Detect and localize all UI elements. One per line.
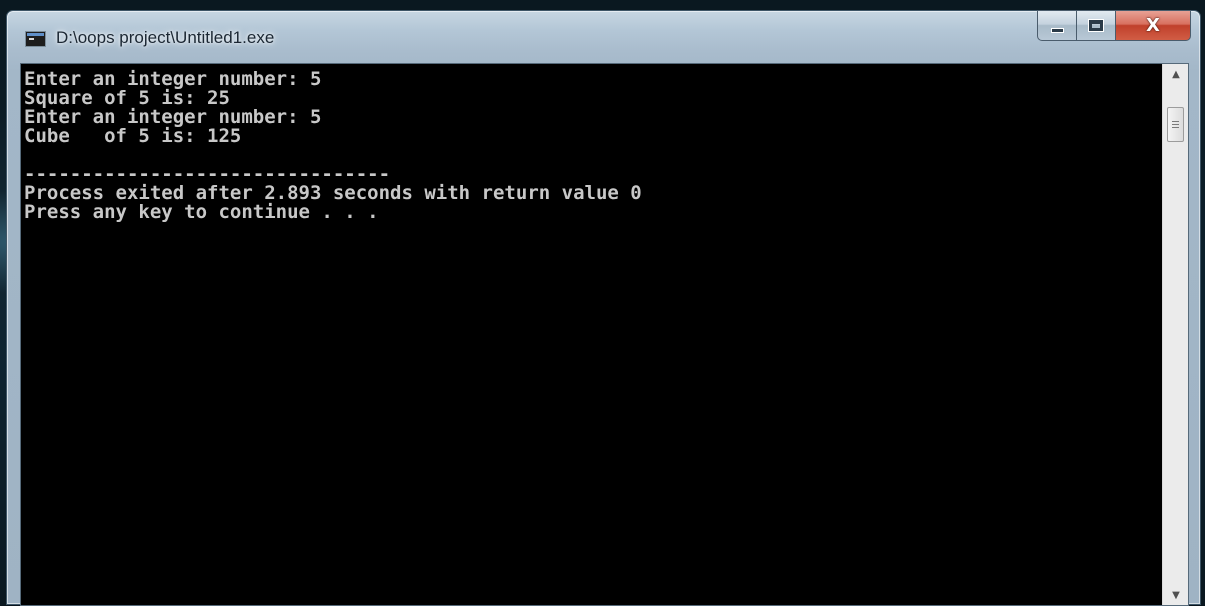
thumb-grip [1172,124,1179,125]
thumb-grip [1172,121,1179,122]
console-prompt-line: Press any key to continue . . . [24,201,379,223]
scroll-up-arrow-icon[interactable]: ▲ [1163,64,1189,84]
vertical-scrollbar[interactable]: ▲ ▼ [1162,64,1188,605]
minimize-button[interactable] [1037,10,1076,41]
console-output[interactable]: Enter an integer number: 5 Square of 5 i… [21,64,1162,605]
thumb-grip [1172,127,1179,128]
console-line: Cube of 5 is: 125 [24,125,242,147]
console-window[interactable]: D:\oops project\Untitled1.exe X Enter an… [6,10,1201,606]
maximize-button[interactable] [1076,10,1115,41]
title-bar[interactable]: D:\oops project\Untitled1.exe X [7,10,1200,63]
caption-buttons: X [1037,10,1191,41]
close-button[interactable]: X [1115,10,1191,41]
window-title: D:\oops project\Untitled1.exe [56,28,275,47]
close-icon: X [1146,15,1160,36]
minimize-icon [1050,27,1064,33]
console-client-area[interactable]: Enter an integer number: 5 Square of 5 i… [20,63,1189,606]
scroll-down-arrow-icon[interactable]: ▼ [1163,585,1189,605]
maximize-icon [1088,19,1104,32]
scroll-thumb[interactable] [1167,107,1184,142]
console-app-icon[interactable] [25,31,46,47]
